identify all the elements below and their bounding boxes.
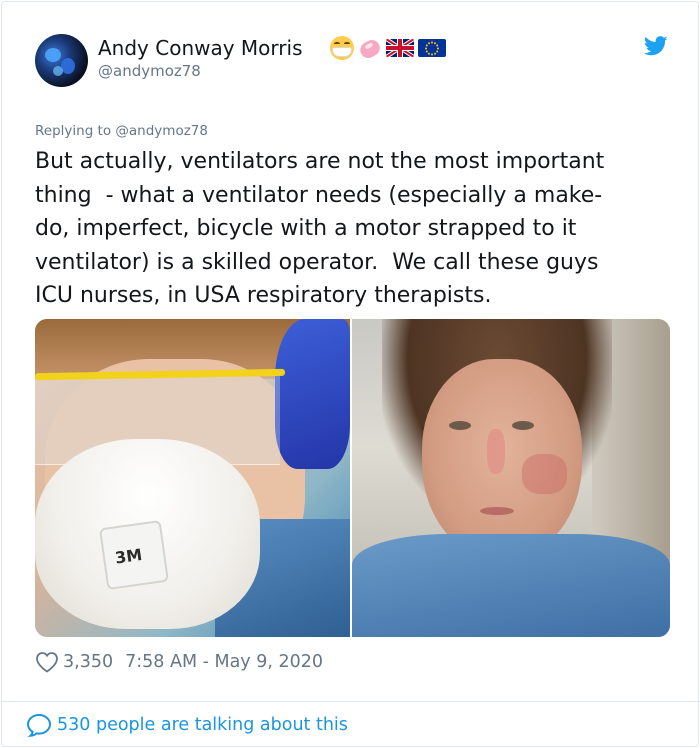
heart-icon[interactable]	[35, 651, 59, 673]
author-display-name[interactable]: Andy Conway Morris	[98, 36, 303, 60]
avatar-blob	[53, 66, 63, 76]
speech-bubble-icon	[26, 713, 52, 737]
tweet-text-line: ventilator) is a skilled operator. We ca…	[35, 249, 599, 275]
reply-target-link[interactable]: @andymoz78	[115, 123, 208, 139]
tweet-meta: 3,350 7:58 AM - May 9, 2020	[35, 650, 323, 674]
uk-flag-icon	[386, 39, 414, 57]
soap-icon	[357, 37, 383, 61]
media-grid: 3M	[35, 319, 670, 637]
tweet-text: But actually, ventilators are not the mo…	[35, 145, 675, 313]
tweet-text-line: do, imperfect, bicycle with a motor stra…	[35, 216, 577, 241]
photo-nurse-after-shift[interactable]	[352, 319, 670, 637]
conversation-link[interactable]: 530 people are talking about this	[26, 711, 348, 739]
author-handle[interactable]: @andymoz78	[98, 62, 201, 80]
twitter-bird-icon[interactable]	[644, 36, 668, 56]
eu-flag-icon	[418, 39, 446, 57]
tweet-text-line: thing - what a ventilator needs (especia…	[35, 182, 603, 208]
mask-valve: 3M	[98, 519, 170, 591]
divider	[2, 701, 700, 702]
avatar-blob	[61, 58, 75, 74]
reply-prefix: Replying to	[35, 123, 112, 139]
reply-context: Replying to @andymoz78	[35, 123, 208, 139]
blue-glove	[275, 319, 350, 469]
like-count[interactable]: 3,350	[63, 652, 113, 672]
tweet-card: Andy Conway Morris @andymoz78 Replying t…	[1, 1, 700, 747]
tweet-text-line: ICU nurses, in USA respiratory therapist…	[35, 283, 492, 308]
talking-text[interactable]: 530 people are talking about this	[57, 715, 348, 735]
photo-nurse-in-mask[interactable]: 3M	[35, 319, 350, 637]
avatar[interactable]	[35, 34, 88, 87]
mask-brand-label: 3M	[113, 544, 144, 568]
name-emoji-row	[330, 35, 446, 61]
face-with-medical-mask-icon	[330, 36, 354, 60]
tweet-text-line: But actually, ventilators are not the mo…	[35, 149, 605, 174]
tweet-timestamp[interactable]: 7:58 AM - May 9, 2020	[125, 652, 323, 672]
avatar-blob	[45, 48, 61, 62]
